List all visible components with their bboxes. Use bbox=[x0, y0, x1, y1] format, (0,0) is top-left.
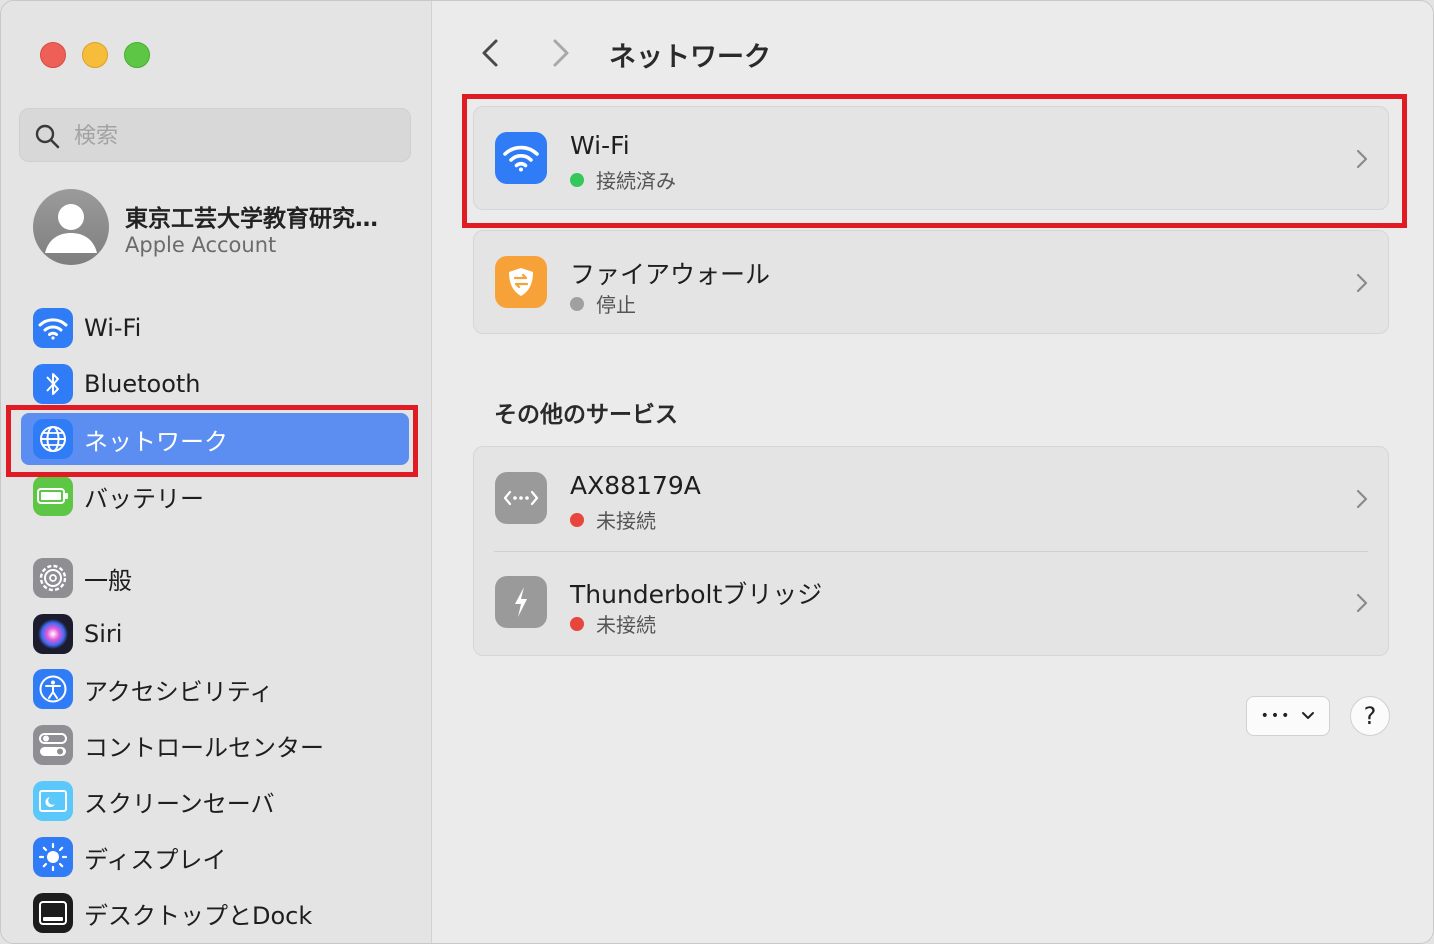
account-name: 東京工芸大学教育研究… bbox=[125, 206, 378, 232]
sidebar-item-label: ディスプレイ bbox=[84, 845, 227, 874]
window-controls bbox=[40, 42, 150, 68]
gear-icon bbox=[33, 558, 73, 598]
bluetooth-icon bbox=[33, 364, 73, 404]
service-status: 未接続 bbox=[570, 609, 656, 638]
wifi-icon bbox=[33, 308, 73, 348]
service-name: Wi-Fi bbox=[570, 131, 630, 160]
service-card-firewall[interactable]: ファイアウォール 停止 bbox=[473, 230, 1389, 334]
firewall-icon bbox=[495, 256, 547, 308]
ethernet-icon bbox=[495, 472, 547, 524]
status-dot-inactive bbox=[570, 296, 584, 311]
battery-icon bbox=[33, 476, 73, 516]
chevron-right-icon bbox=[1356, 273, 1368, 293]
service-card-wifi[interactable]: Wi-Fi 接続済み bbox=[473, 106, 1389, 210]
service-status: 未接続 bbox=[570, 505, 656, 534]
sidebar-item-label: バッテリー bbox=[84, 484, 204, 513]
search-field[interactable] bbox=[19, 108, 411, 162]
forward-button[interactable] bbox=[545, 35, 575, 71]
sidebar-item-label: Wi-Fi bbox=[84, 314, 142, 342]
sidebar-item-bluetooth[interactable]: Bluetooth bbox=[21, 358, 409, 410]
search-input[interactable] bbox=[72, 119, 396, 153]
settings-window: 東京工芸大学教育研究… Apple Account Wi-Fi Bluetoot… bbox=[0, 0, 1434, 944]
back-button[interactable] bbox=[476, 35, 506, 71]
service-name: AX88179A bbox=[570, 471, 701, 500]
service-status: 停止 bbox=[570, 289, 636, 318]
status-text: 停止 bbox=[596, 293, 636, 317]
sidebar-item-accessibility[interactable]: アクセシビリティ bbox=[21, 663, 409, 715]
sidebar-item-screensaver[interactable]: スクリーンセーバ bbox=[21, 775, 409, 827]
help-button[interactable]: ? bbox=[1350, 696, 1390, 736]
page-title: ネットワーク bbox=[609, 42, 771, 73]
sidebar-item-general[interactable]: 一般 bbox=[21, 552, 409, 604]
sidebar-item-siri[interactable]: Siri bbox=[21, 608, 409, 660]
chevron-right-icon bbox=[1356, 149, 1368, 169]
wifi-icon bbox=[495, 132, 547, 184]
list-item[interactable]: Thunderboltブリッジ 未接続 bbox=[474, 551, 1388, 655]
account-subtitle: Apple Account bbox=[125, 233, 277, 257]
status-dot-disconnected bbox=[570, 616, 584, 631]
sidebar-item-label: Siri bbox=[84, 620, 123, 648]
dock-icon bbox=[33, 893, 73, 933]
sidebar-item-network[interactable]: ネットワーク bbox=[21, 413, 409, 465]
status-dot-disconnected bbox=[570, 512, 584, 527]
sidebar-item-control-center[interactable]: コントロールセンター bbox=[21, 719, 409, 771]
sidebar-item-label: アクセシビリティ bbox=[84, 677, 274, 706]
service-status: 接続済み bbox=[570, 165, 676, 194]
sidebar-item-battery[interactable]: バッテリー bbox=[21, 470, 409, 522]
list-item[interactable]: AX88179A 未接続 bbox=[474, 447, 1388, 551]
zoom-button[interactable] bbox=[124, 42, 150, 68]
status-dot-connected bbox=[570, 172, 584, 187]
close-button[interactable] bbox=[40, 42, 66, 68]
sidebar: 東京工芸大学教育研究… Apple Account Wi-Fi Bluetoot… bbox=[1, 1, 432, 943]
chevron-right-icon bbox=[1356, 593, 1368, 613]
screensaver-icon bbox=[33, 781, 73, 821]
status-text: 未接続 bbox=[596, 509, 656, 533]
search-icon bbox=[35, 124, 60, 149]
globe-icon bbox=[33, 419, 73, 459]
sidebar-item-desktop-dock[interactable]: デスクトップとDock bbox=[21, 887, 409, 939]
thunderbolt-icon bbox=[495, 576, 547, 628]
sidebar-item-label: デスクトップとDock bbox=[84, 901, 313, 930]
service-name: Thunderboltブリッジ bbox=[570, 580, 823, 609]
main-pane: ネットワーク Wi-Fi 接続済み ファイアウォール 停止 その他のサービス A… bbox=[432, 1, 1433, 943]
control-center-icon bbox=[33, 725, 73, 765]
status-text: 接続済み bbox=[596, 169, 676, 193]
sidebar-item-label: コントロールセンター bbox=[84, 733, 324, 762]
chevron-down-icon bbox=[1302, 712, 1315, 719]
more-icon: ••• bbox=[1260, 708, 1292, 724]
apple-account[interactable]: 東京工芸大学教育研究… Apple Account bbox=[31, 189, 411, 269]
list-item[interactable]: ファイアウォール 停止 bbox=[474, 231, 1388, 335]
minimize-button[interactable] bbox=[82, 42, 108, 68]
list-item[interactable]: Wi-Fi 接続済み bbox=[474, 107, 1388, 211]
person-icon bbox=[45, 204, 97, 253]
more-actions-button[interactable]: ••• bbox=[1246, 696, 1330, 736]
sidebar-item-label: Bluetooth bbox=[84, 370, 201, 398]
chevron-right-icon bbox=[1356, 489, 1368, 509]
status-text: 未接続 bbox=[596, 613, 656, 637]
section-title-other-services: その他のサービス bbox=[494, 402, 678, 428]
sidebar-item-label: スクリーンセーバ bbox=[84, 789, 275, 818]
service-name: ファイアウォール bbox=[570, 260, 771, 289]
avatar bbox=[33, 189, 109, 265]
sidebar-item-label: ネットワーク bbox=[84, 427, 228, 456]
sidebar-item-label: 一般 bbox=[84, 566, 132, 595]
accessibility-icon bbox=[33, 669, 73, 709]
display-brightness-icon bbox=[33, 837, 73, 877]
sidebar-item-wifi[interactable]: Wi-Fi bbox=[21, 302, 409, 354]
siri-icon bbox=[33, 614, 73, 654]
other-services-card: AX88179A 未接続 Thunderboltブリッジ 未接続 bbox=[473, 446, 1389, 656]
sidebar-item-display[interactable]: ディスプレイ bbox=[21, 831, 409, 883]
